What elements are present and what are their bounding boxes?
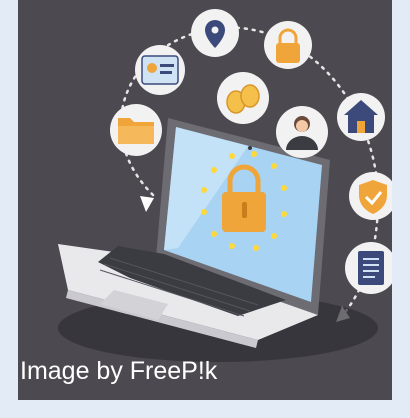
user-avatar-icon [276,106,328,158]
shield-check-icon [349,172,392,220]
house-icon [337,93,385,141]
image-credit: Image by FreeP!k [20,357,218,385]
coins-icon [217,72,269,124]
location-pin-icon [191,9,239,57]
image-frame: Image by FreeP!k [0,0,410,418]
folder-icon [110,104,162,156]
id-card-icon [135,45,185,95]
padlock-icon [264,21,312,69]
illustration [18,0,392,400]
arrowhead-left [140,196,154,212]
document-icon [345,242,392,294]
illustration-svg [58,9,392,362]
